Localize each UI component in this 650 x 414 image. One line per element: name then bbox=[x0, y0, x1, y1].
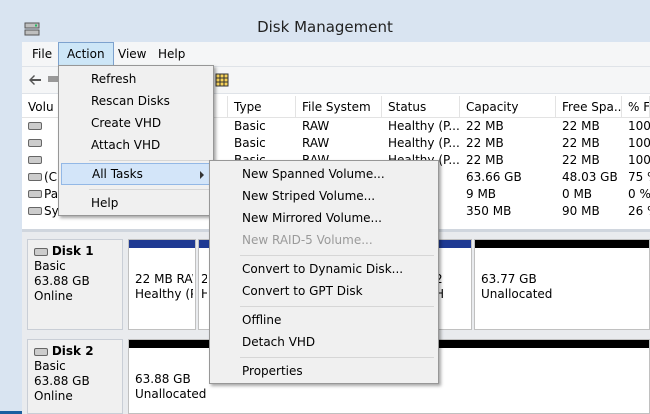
menu-item-new-striped-volume[interactable]: New Striped Volume... bbox=[212, 185, 436, 207]
table-cell-fs[interactable]: RAW bbox=[296, 135, 382, 151]
partition-status: Unallocated bbox=[481, 287, 553, 301]
menu-separator bbox=[240, 306, 434, 307]
toolbar-grid-icon[interactable] bbox=[214, 72, 230, 88]
col-capacity[interactable]: Capacity bbox=[460, 96, 556, 118]
table-cell-pct[interactable]: 100 bbox=[622, 152, 650, 168]
disk-2-state: Online bbox=[34, 389, 73, 403]
table-cell-status[interactable]: Healthy (P... bbox=[382, 135, 460, 151]
all-tasks-label: All Tasks bbox=[92, 167, 143, 181]
table-cell-capacity[interactable]: 63.66 GB bbox=[460, 169, 556, 185]
menu-item-refresh[interactable]: Refresh bbox=[61, 68, 211, 90]
partition-size: 2 bbox=[435, 272, 469, 287]
table-cell-free[interactable]: 22 MB bbox=[556, 152, 622, 168]
window-title: Disk Management bbox=[257, 18, 393, 36]
table-cell-fs[interactable]: RAW bbox=[296, 118, 382, 134]
partition-status: H bbox=[201, 287, 207, 301]
menu-item-attach-vhd[interactable]: Attach VHD bbox=[61, 134, 211, 156]
table-cell-capacity[interactable]: 22 MB bbox=[460, 118, 556, 134]
disk-1-size: 63.88 GB bbox=[34, 274, 90, 288]
disk-1-unallocated[interactable]: 63.77 GB Unallocated bbox=[474, 239, 650, 330]
title-bar: Disk Management bbox=[0, 0, 650, 42]
menu-bar: File Action View Help bbox=[22, 42, 650, 67]
menu-item-detach-vhd[interactable]: Detach VHD bbox=[212, 331, 436, 353]
hard-disk-icon bbox=[34, 247, 48, 256]
table-cell-pct[interactable]: 0 % bbox=[622, 186, 650, 202]
disk-1-name: Disk 1 bbox=[51, 244, 94, 258]
disk-2-size: 63.88 GB bbox=[34, 374, 90, 388]
submenu-arrow-icon bbox=[200, 171, 204, 179]
menu-separator bbox=[240, 357, 434, 358]
table-cell-pct[interactable]: 100 bbox=[622, 135, 650, 151]
disk-1-kind: Basic bbox=[34, 259, 66, 273]
table-cell-capacity[interactable]: 350 MB bbox=[460, 203, 556, 219]
disk-1-state: Online bbox=[34, 289, 73, 303]
partition-status: Healthy (P bbox=[135, 287, 193, 301]
menu-view[interactable]: View bbox=[110, 42, 154, 66]
menu-separator bbox=[89, 160, 209, 161]
partition-status: Unallocated bbox=[135, 387, 207, 401]
forward-arrow-icon[interactable] bbox=[48, 76, 58, 82]
disk-1-partition-1[interactable]: 22 MB RAWHealthy (P bbox=[128, 239, 196, 330]
table-cell-free[interactable]: 22 MB bbox=[556, 135, 622, 151]
table-cell-free[interactable]: 22 MB bbox=[556, 118, 622, 134]
table-cell-free[interactable]: 0 MB bbox=[556, 186, 622, 202]
menu-item-new-raid5-volume: New RAID-5 Volume... bbox=[242, 233, 373, 247]
menu-item-offline[interactable]: Offline bbox=[212, 309, 436, 331]
menu-action[interactable]: Action bbox=[58, 42, 114, 66]
table-cell-free[interactable]: 48.03 GB bbox=[556, 169, 622, 185]
col-percent-free[interactable]: % F bbox=[622, 96, 650, 118]
back-arrow-icon[interactable] bbox=[27, 72, 43, 88]
action-menu: Refresh Rescan Disks Create VHD Attach V… bbox=[58, 65, 214, 216]
menu-separator bbox=[240, 255, 434, 256]
unallocated-bar bbox=[475, 240, 649, 248]
menu-item-new-spanned-volume[interactable]: New Spanned Volume... bbox=[212, 163, 436, 185]
table-cell-pct[interactable]: 26 % bbox=[622, 203, 650, 219]
menu-item-rescan-disks[interactable]: Rescan Disks bbox=[61, 90, 211, 112]
table-cell-type[interactable]: Basic bbox=[228, 118, 296, 134]
menu-item-properties[interactable]: Properties bbox=[212, 360, 436, 382]
table-cell-free[interactable]: 90 MB bbox=[556, 203, 622, 219]
table-cell-status[interactable]: Healthy (P... bbox=[382, 118, 460, 134]
disk-1-label[interactable]: Disk 1 Basic 63.88 GB Online bbox=[27, 239, 123, 330]
menu-item-create-vhd[interactable]: Create VHD bbox=[61, 112, 211, 134]
table-cell-pct[interactable]: 100 bbox=[622, 118, 650, 134]
table-cell-pct[interactable]: 75 % bbox=[622, 169, 650, 185]
disk-management-window: Disk Management File Action View Help Vo… bbox=[0, 0, 650, 414]
menu-item-help[interactable]: Help bbox=[61, 192, 211, 214]
disk-2-kind: Basic bbox=[34, 359, 66, 373]
partition-size: 2 bbox=[201, 272, 207, 286]
menu-file[interactable]: File bbox=[24, 42, 60, 66]
partition-size: 22 MB RAW bbox=[135, 272, 193, 286]
col-status[interactable]: Status bbox=[382, 96, 460, 118]
table-cell-capacity[interactable]: 22 MB bbox=[460, 152, 556, 168]
col-type[interactable]: Type bbox=[228, 96, 296, 118]
menu-item-convert-to-gpt-disk[interactable]: Convert to GPT Disk bbox=[212, 280, 436, 302]
menu-help[interactable]: Help bbox=[150, 42, 193, 66]
menu-item-convert-to-dynamic-disk[interactable]: Convert to Dynamic Disk... bbox=[212, 258, 436, 280]
disk-2-label[interactable]: Disk 2 Basic 63.88 GB Online bbox=[27, 339, 123, 414]
all-tasks-submenu: New Spanned Volume... New Striped Volume… bbox=[209, 160, 439, 384]
menu-item-new-mirrored-volume[interactable]: New Mirrored Volume... bbox=[212, 207, 436, 229]
table-cell-capacity[interactable]: 9 MB bbox=[460, 186, 556, 202]
menu-item-all-tasks[interactable]: All Tasks bbox=[61, 163, 211, 185]
disk-2-name: Disk 2 bbox=[51, 344, 94, 358]
partition-status: H bbox=[435, 287, 445, 301]
col-free-space[interactable]: Free Spa... bbox=[556, 96, 622, 118]
table-cell-capacity[interactable]: 22 MB bbox=[460, 135, 556, 151]
hard-disk-icon bbox=[34, 347, 48, 356]
partition-primary-bar bbox=[129, 240, 195, 248]
col-file-system[interactable]: File System bbox=[296, 96, 382, 118]
partition-size: 63.77 GB bbox=[481, 272, 537, 286]
partition-primary-bar bbox=[199, 240, 209, 248]
menu-separator bbox=[89, 189, 209, 190]
table-cell-type[interactable]: Basic bbox=[228, 135, 296, 151]
